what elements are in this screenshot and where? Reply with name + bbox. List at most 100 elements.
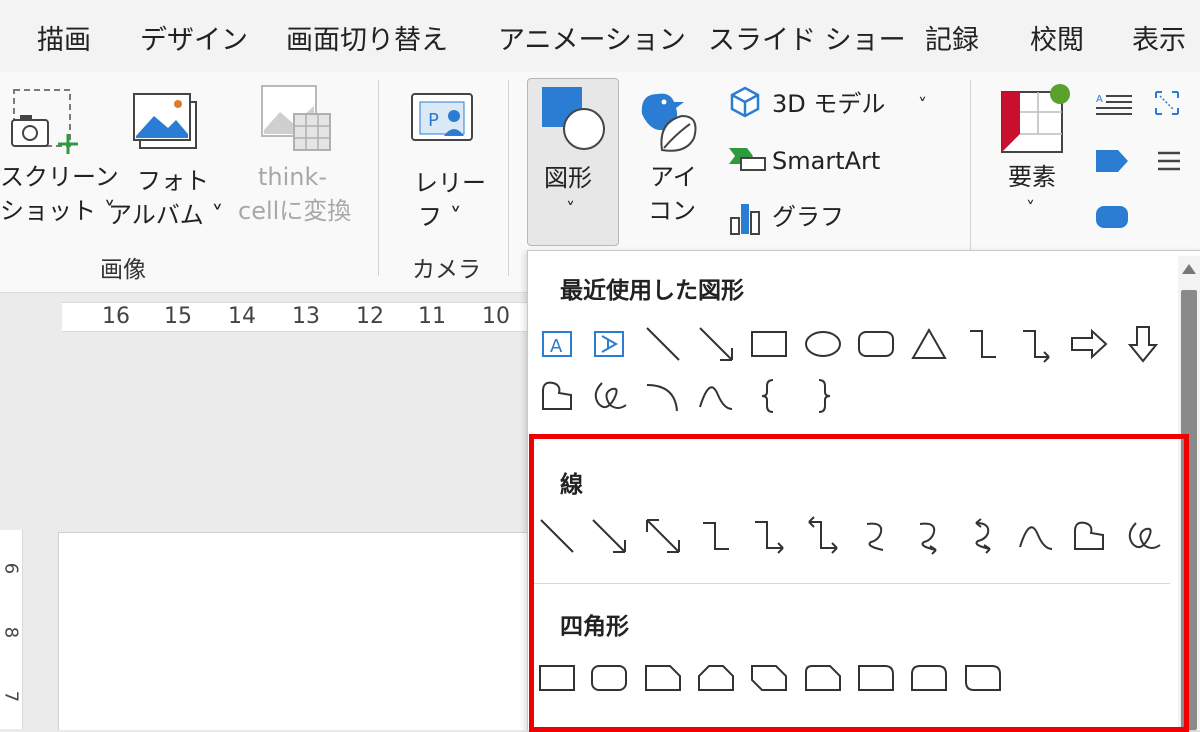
group-divider <box>970 80 971 276</box>
freeform-shape[interactable] <box>534 373 580 419</box>
resize-arrows-icon[interactable] <box>1152 88 1182 118</box>
elements-label: 要素 <box>1008 163 1056 191</box>
freeform-icon <box>542 381 572 410</box>
ruler-number: 11 <box>418 304 446 329</box>
curve-icon <box>699 386 733 410</box>
slide-canvas[interactable] <box>58 532 539 730</box>
tab-slideshow[interactable]: スライド ショー <box>708 18 906 57</box>
3d-model-chevron-icon: ˅ <box>918 95 927 116</box>
shapes-label: 図形 <box>544 164 592 192</box>
scribble-shape[interactable] <box>586 373 632 419</box>
thinkcell-image-icon <box>261 85 331 151</box>
line-icon <box>646 327 680 361</box>
menu-bar: 描画 デザイン 画面切り替え アニメーション スライド ショー 記録 校閲 表示 <box>0 0 1200 72</box>
vertical-ruler: 6 8 7 <box>0 530 23 729</box>
icons-label-2: コン <box>648 197 696 225</box>
3d-model-label: 3D モデル <box>772 90 886 118</box>
relief-label-1: レリー <box>414 169 486 197</box>
triangle-shape[interactable] <box>906 321 952 367</box>
elbow-connector-shape[interactable] <box>960 321 1006 367</box>
down-arrow-shape[interactable] <box>1120 321 1166 367</box>
elements-chevron-icon: ˅ <box>1026 198 1035 219</box>
elements-icon <box>1001 84 1070 153</box>
arc-icon <box>646 384 678 412</box>
triangle-icon <box>911 327 947 359</box>
arc-shape[interactable] <box>640 373 686 419</box>
line-shape[interactable] <box>640 321 686 367</box>
icons-label-1: アイ <box>650 163 697 191</box>
arrow-line-icon <box>699 327 733 361</box>
right-brace-shape[interactable] <box>800 373 846 419</box>
curve-shape[interactable] <box>693 373 739 419</box>
smartart-icon <box>729 148 766 171</box>
scroll-up-arrow-icon[interactable] <box>1180 258 1198 280</box>
oval-icon <box>805 331 841 357</box>
relief-label-2: フ ˅ <box>418 203 462 231</box>
photo-album-label-1: フォト <box>137 167 209 195</box>
horizontal-ruler: 16 15 14 13 12 11 10 <box>62 302 532 332</box>
relief-camera-icon: P <box>411 93 473 141</box>
images-group-label: 画像 <box>100 257 146 283</box>
screenshot-label-2: ショット ˅ <box>0 197 116 225</box>
3d-cube-icon <box>730 86 760 118</box>
right-arrow-icon <box>1071 328 1108 360</box>
highlight-box <box>529 434 1189 732</box>
rounded-rectangle-icon <box>858 331 894 357</box>
photo-album-icon <box>133 93 197 149</box>
camera-group-label: カメラ <box>412 257 481 283</box>
rounded-rect-icon[interactable] <box>1094 204 1130 230</box>
ruler-number: 10 <box>482 304 510 329</box>
tab-record[interactable]: 記録 <box>925 18 979 57</box>
ruler-number: 15 <box>164 304 192 329</box>
tab-animations[interactable]: アニメーション <box>498 18 686 57</box>
ruler-number: 6 <box>0 562 22 575</box>
shapes-chevron-icon: ˅ <box>566 199 575 220</box>
text-align-icon[interactable]: A <box>1094 90 1134 116</box>
shapes-icon <box>542 87 605 150</box>
tag-shape-icon[interactable] <box>1094 148 1130 174</box>
scribble-icon <box>594 382 627 409</box>
screenshot-label-1: スクリーン <box>0 163 119 191</box>
tab-transitions[interactable]: 画面切り替え <box>286 18 448 57</box>
bar-chart-icon <box>730 204 760 235</box>
arrow-line-shape[interactable] <box>693 321 739 367</box>
tab-review[interactable]: 校閲 <box>1030 18 1084 57</box>
icons-bird-icon <box>641 93 697 152</box>
rectangle-shape[interactable] <box>746 321 792 367</box>
textbox-vertical-shape[interactable] <box>586 321 632 367</box>
rectangle-icon <box>751 331 787 357</box>
screenshot-icon <box>11 89 78 154</box>
left-brace-shape[interactable] <box>746 373 792 419</box>
down-arrow-icon <box>1127 326 1159 363</box>
left-brace-icon <box>761 379 774 413</box>
svg-text:A: A <box>1096 94 1103 105</box>
ruler-number: 7 <box>0 690 22 703</box>
ruler-number: 13 <box>292 304 320 329</box>
textbox-horizontal-shape[interactable]: A <box>534 321 580 367</box>
elbow-arrow-icon <box>1023 330 1050 363</box>
chart-label: グラフ <box>772 203 844 231</box>
tab-draw[interactable]: 描画 <box>37 18 91 57</box>
ruler-number: 16 <box>102 304 130 329</box>
tab-design[interactable]: デザイン <box>140 18 248 57</box>
elbow-connector-icon <box>970 330 996 358</box>
tab-view[interactable]: 表示 <box>1132 18 1186 57</box>
elbow-arrow-connector-shape[interactable] <box>1013 321 1059 367</box>
ruler-number: 14 <box>228 304 256 329</box>
recent-shapes-heading: 最近使用した図形 <box>560 278 744 304</box>
svg-text:P: P <box>428 110 439 131</box>
list-icon[interactable] <box>1156 150 1182 172</box>
photo-album-label-2: アルバム ˅ <box>108 201 224 229</box>
group-divider <box>508 80 509 276</box>
thinkcell-label-2: cellに変換 <box>238 197 352 225</box>
group-divider <box>378 80 379 276</box>
thinkcell-label-1: think- <box>258 163 328 191</box>
right-arrow-shape[interactable] <box>1066 321 1112 367</box>
smartart-label: SmartArt <box>772 147 881 175</box>
oval-shape[interactable] <box>800 321 846 367</box>
rounded-rectangle-shape[interactable] <box>853 321 899 367</box>
ruler-number: 8 <box>0 626 22 639</box>
svg-text:A: A <box>550 336 563 357</box>
shapes-button[interactable]: 図形 ˅ <box>527 78 619 246</box>
right-brace-icon <box>818 379 831 413</box>
